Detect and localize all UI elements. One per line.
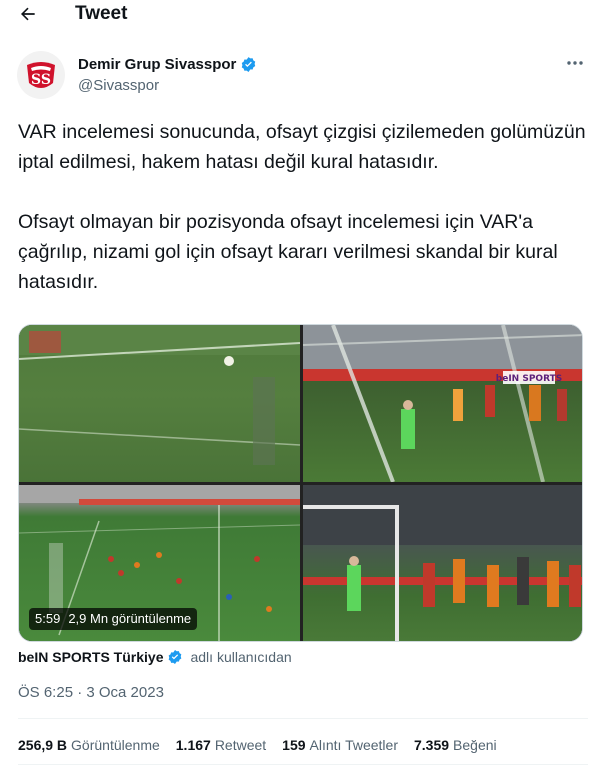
sivasspor-logo: SS xyxy=(17,51,65,99)
stat-number: 256,9 B xyxy=(18,737,68,753)
author-handle[interactable]: @Sivasspor xyxy=(78,76,159,95)
stat-number: 1.167 xyxy=(175,737,211,753)
back-button[interactable] xyxy=(14,2,42,26)
video-info-chip: 5:59 2,9 Mn görüntülenme xyxy=(29,608,198,630)
divider xyxy=(18,764,588,765)
attribution-suffix: adlı kullanıcıdan xyxy=(190,649,292,665)
video-player[interactable]: beIN SPORTS xyxy=(18,324,583,642)
broadcaster-logo: beIN SPORTS xyxy=(496,374,562,384)
page-title: Tweet xyxy=(75,3,128,24)
stat-label: Görüntülenme xyxy=(71,737,160,753)
video-frame-top-left xyxy=(19,325,300,482)
author-name-label: Demir Grup Sivasspor xyxy=(78,56,237,73)
arrow-left-icon xyxy=(21,7,35,21)
tweet-paragraph: Ofsayt olmayan bir pozisyonda ofsayt inc… xyxy=(18,211,558,293)
video-attribution: beIN SPORTS Türkiye adlı kullanıcıdan xyxy=(18,648,292,666)
stat-quote-tweets[interactable]: 159 Alıntı Tweetler xyxy=(282,736,398,754)
divider xyxy=(18,718,588,719)
tweet-timestamp[interactable]: ÖS 6:25 · 3 Oca 2023 xyxy=(18,683,164,702)
tweet-stats: 256,9 B Görüntülenme 1.167 Retweet 159 A… xyxy=(18,736,513,754)
verified-badge-icon xyxy=(242,57,256,72)
stat-number: 7.359 xyxy=(413,737,450,753)
stat-likes[interactable]: 7.359 Beğeni xyxy=(414,736,497,754)
stat-number: 159 xyxy=(282,737,306,753)
attribution-owner-link[interactable]: beIN SPORTS Türkiye xyxy=(18,648,163,666)
avatar[interactable]: SS xyxy=(17,51,65,99)
top-bar: Tweet xyxy=(0,0,604,30)
stat-views[interactable]: 256,9 B Görüntülenme xyxy=(18,736,160,754)
video-duration: 5:59 xyxy=(35,611,61,626)
author-name[interactable]: Demir Grup Sivasspor xyxy=(78,55,257,74)
video-views: 2,9 Mn görüntülenme xyxy=(68,611,192,626)
video-frame-top-right: beIN SPORTS xyxy=(303,325,582,482)
stat-label: Retweet xyxy=(214,737,267,753)
stat-retweets[interactable]: 1.167 Retweet xyxy=(176,736,266,754)
stat-label: Alıntı Tweetler xyxy=(309,737,398,753)
stat-label: Beğeni xyxy=(453,737,497,753)
svg-text:SS: SS xyxy=(31,72,51,88)
tweet-text: VAR incelemesi sonucunda, ofsayt çizgisi… xyxy=(18,117,588,327)
more-options-button[interactable] xyxy=(562,53,588,73)
video-frame-bottom-right xyxy=(303,485,582,641)
verified-badge-icon xyxy=(169,650,182,664)
more-horizontal-icon xyxy=(567,61,583,65)
tweet-paragraph: VAR incelemesi sonucunda, ofsayt çizgisi… xyxy=(18,121,586,173)
